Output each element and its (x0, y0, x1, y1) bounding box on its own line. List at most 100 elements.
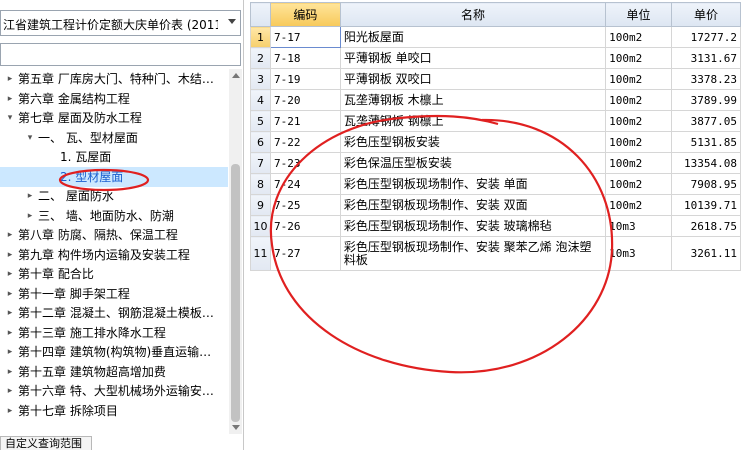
code-cell[interactable]: 7-18 (269, 47, 341, 69)
collapsed-arrow-icon[interactable]: ▸ (4, 69, 16, 89)
price-cell[interactable]: 5131.85 (670, 131, 741, 153)
name-cell[interactable]: 彩色压型钢板现场制作、安装 聚苯乙烯 泡沫塑料板 (339, 236, 607, 271)
table-row[interactable]: 5 7-21 瓦垄薄钢板 钢檩上 100m2 3877.05 (250, 110, 741, 132)
code-cell[interactable]: 7-22 (269, 131, 341, 153)
table-row[interactable]: 7 7-23 彩色保温压型板安装 100m2 13354.08 (250, 152, 741, 174)
tree-item[interactable]: 1. 瓦屋面 (0, 147, 228, 167)
table-row[interactable]: 2 7-18 平薄钢板 单咬口 100m2 3131.67 (250, 47, 741, 69)
tree-item[interactable]: ▸ 第十七章 拆除项目 (0, 401, 228, 421)
collapsed-arrow-icon[interactable]: ▸ (4, 342, 16, 362)
tree-item[interactable]: ▸ 第十二章 混凝土、钢筋混凝土模板… (0, 303, 228, 323)
unit-cell[interactable]: 100m2 (605, 26, 672, 48)
table-row[interactable]: 4 7-20 瓦垄薄钢板 木檩上 100m2 3789.99 (250, 89, 741, 111)
name-cell[interactable]: 彩色压型钢板现场制作、安装 单面 (339, 173, 607, 195)
unit-cell[interactable]: 100m2 (605, 152, 672, 174)
price-cell[interactable]: 7908.95 (670, 173, 741, 195)
tree-item[interactable]: ▸ 第十四章 建筑物(构筑物)垂直运输… (0, 342, 228, 362)
scroll-up-icon[interactable] (232, 73, 240, 78)
table-row[interactable]: 8 7-24 彩色压型钢板现场制作、安装 单面 100m2 7908.95 (250, 173, 741, 195)
collapsed-arrow-icon[interactable]: ▸ (24, 206, 36, 226)
expanded-arrow-icon[interactable]: ▾ (4, 108, 16, 128)
price-cell[interactable]: 2618.75 (670, 215, 741, 237)
tree-item[interactable]: ▸ 第十五章 建筑物超高增加费 (0, 362, 228, 382)
tree-scrollbar[interactable] (229, 69, 242, 434)
tree-item[interactable]: ▾ 第七章 屋面及防水工程 (0, 108, 228, 128)
name-cell[interactable]: 瓦垄薄钢板 钢檩上 (339, 110, 607, 132)
collapsed-arrow-icon[interactable]: ▸ (4, 401, 16, 421)
collapsed-arrow-icon[interactable]: ▸ (4, 362, 16, 382)
name-cell[interactable]: 瓦垄薄钢板 木檩上 (339, 89, 607, 111)
tree-item[interactable]: ▸ 二、 屋面防水 (0, 186, 228, 206)
custom-query-tab[interactable]: 自定义查询范围 (0, 436, 92, 450)
code-cell[interactable]: 7-25 (269, 194, 341, 216)
price-cell[interactable]: 13354.08 (670, 152, 741, 174)
unit-cell[interactable]: 100m2 (605, 68, 672, 90)
table-row[interactable]: 10 7-26 彩色压型钢板现场制作、安装 玻璃棉毡 10m3 2618.75 (250, 215, 741, 237)
tree-item[interactable]: ▸ 第九章 构件场内运输及安装工程 (0, 245, 228, 265)
scrollbar-thumb[interactable] (231, 164, 240, 422)
expanded-arrow-icon[interactable]: ▾ (24, 128, 36, 148)
code-cell[interactable]: 7-23 (269, 152, 341, 174)
price-cell[interactable]: 17277.2 (670, 26, 741, 48)
tree-item[interactable]: ▸ 三、 墙、地面防水、防潮 (0, 206, 228, 226)
price-cell[interactable]: 3789.99 (670, 89, 741, 111)
collapsed-arrow-icon[interactable]: ▸ (4, 323, 16, 343)
table-row[interactable]: 9 7-25 彩色压型钢板现场制作、安装 双面 100m2 10139.71 (250, 194, 741, 216)
collapsed-arrow-icon[interactable]: ▸ (4, 381, 16, 401)
unit-cell[interactable]: 100m2 (605, 194, 672, 216)
collapsed-arrow-icon[interactable]: ▸ (4, 284, 16, 304)
collapsed-arrow-icon[interactable]: ▸ (4, 264, 16, 284)
name-cell[interactable]: 平薄钢板 双咬口 (339, 68, 607, 90)
table-row[interactable]: 6 7-22 彩色压型钢板安装 100m2 5131.85 (250, 131, 741, 153)
unit-cell[interactable]: 100m2 (605, 131, 672, 153)
code-cell[interactable]: 7-21 (269, 110, 341, 132)
price-cell[interactable]: 10139.71 (670, 194, 741, 216)
search-input[interactable] (0, 43, 241, 66)
tree-item[interactable]: ▸ 第六章 金属结构工程 (0, 89, 228, 109)
tree-item[interactable]: 2. 型材屋面 (0, 166, 228, 187)
unit-cell[interactable]: 100m2 (605, 110, 672, 132)
price-cell[interactable]: 3131.67 (670, 47, 741, 69)
scroll-down-icon[interactable] (232, 425, 240, 430)
collapsed-arrow-icon[interactable]: ▸ (4, 245, 16, 265)
tree-item[interactable]: ▾ 一、 瓦、型材屋面 (0, 128, 228, 148)
tree-item[interactable]: ▸ 第十一章 脚手架工程 (0, 284, 228, 304)
name-cell[interactable]: 阳光板屋面 (339, 26, 607, 48)
header-unit[interactable]: 单位 (605, 2, 672, 27)
unit-cell[interactable]: 10m3 (605, 215, 672, 237)
code-cell[interactable]: 7-20 (269, 89, 341, 111)
table-row[interactable]: 3 7-19 平薄钢板 双咬口 100m2 3378.23 (250, 68, 741, 90)
header-price[interactable]: 单价 (670, 2, 741, 27)
tree-item[interactable]: ▸ 第十章 配合比 (0, 264, 228, 284)
tree-item[interactable]: ▸ 第五章 厂库房大门、特种门、木结… (0, 69, 228, 89)
code-cell[interactable]: 7-26 (269, 215, 341, 237)
name-cell[interactable]: 彩色压型钢板现场制作、安装 双面 (339, 194, 607, 216)
unit-cell[interactable]: 100m2 (605, 89, 672, 111)
table-row[interactable]: 11 7-27 彩色压型钢板现场制作、安装 聚苯乙烯 泡沫塑料板 10m3 3261.1… (250, 236, 741, 271)
collapsed-arrow-icon[interactable]: ▸ (4, 225, 16, 245)
name-cell[interactable]: 彩色保温压型板安装 (339, 152, 607, 174)
code-cell[interactable]: 7-17 (269, 26, 341, 48)
code-cell[interactable]: 7-27 (269, 236, 341, 271)
tree-item[interactable]: ▸ 第十六章 特、大型机械场外运输安… (0, 381, 228, 401)
collapsed-arrow-icon[interactable]: ▸ (24, 186, 36, 206)
price-cell[interactable]: 3378.23 (670, 68, 741, 90)
quota-library-dropdown[interactable]: 江省建筑工程计价定额大庆单价表 (2011) (0, 10, 241, 36)
code-cell[interactable]: 7-19 (269, 68, 341, 90)
tree-item[interactable]: ▸ 第八章 防腐、隔热、保温工程 (0, 225, 228, 245)
table-row[interactable]: 1 7-17 阳光板屋面 100m2 17277.2 (250, 26, 741, 48)
name-cell[interactable]: 彩色压型钢板安装 (339, 131, 607, 153)
collapsed-arrow-icon[interactable]: ▸ (4, 303, 16, 323)
price-cell[interactable]: 3261.11 (670, 236, 741, 271)
name-cell[interactable]: 彩色压型钢板现场制作、安装 玻璃棉毡 (339, 215, 607, 237)
tree-item[interactable]: ▸ 第十三章 施工排水降水工程 (0, 323, 228, 343)
chevron-down-icon[interactable] (228, 19, 236, 24)
header-name[interactable]: 名称 (339, 2, 607, 27)
price-cell[interactable]: 3877.05 (670, 110, 741, 132)
collapsed-arrow-icon[interactable]: ▸ (4, 89, 16, 109)
name-cell[interactable]: 平薄钢板 单咬口 (339, 47, 607, 69)
unit-cell[interactable]: 100m2 (605, 173, 672, 195)
unit-cell[interactable]: 100m2 (605, 47, 672, 69)
header-code[interactable]: 编码 (269, 2, 341, 27)
code-cell[interactable]: 7-24 (269, 173, 341, 195)
